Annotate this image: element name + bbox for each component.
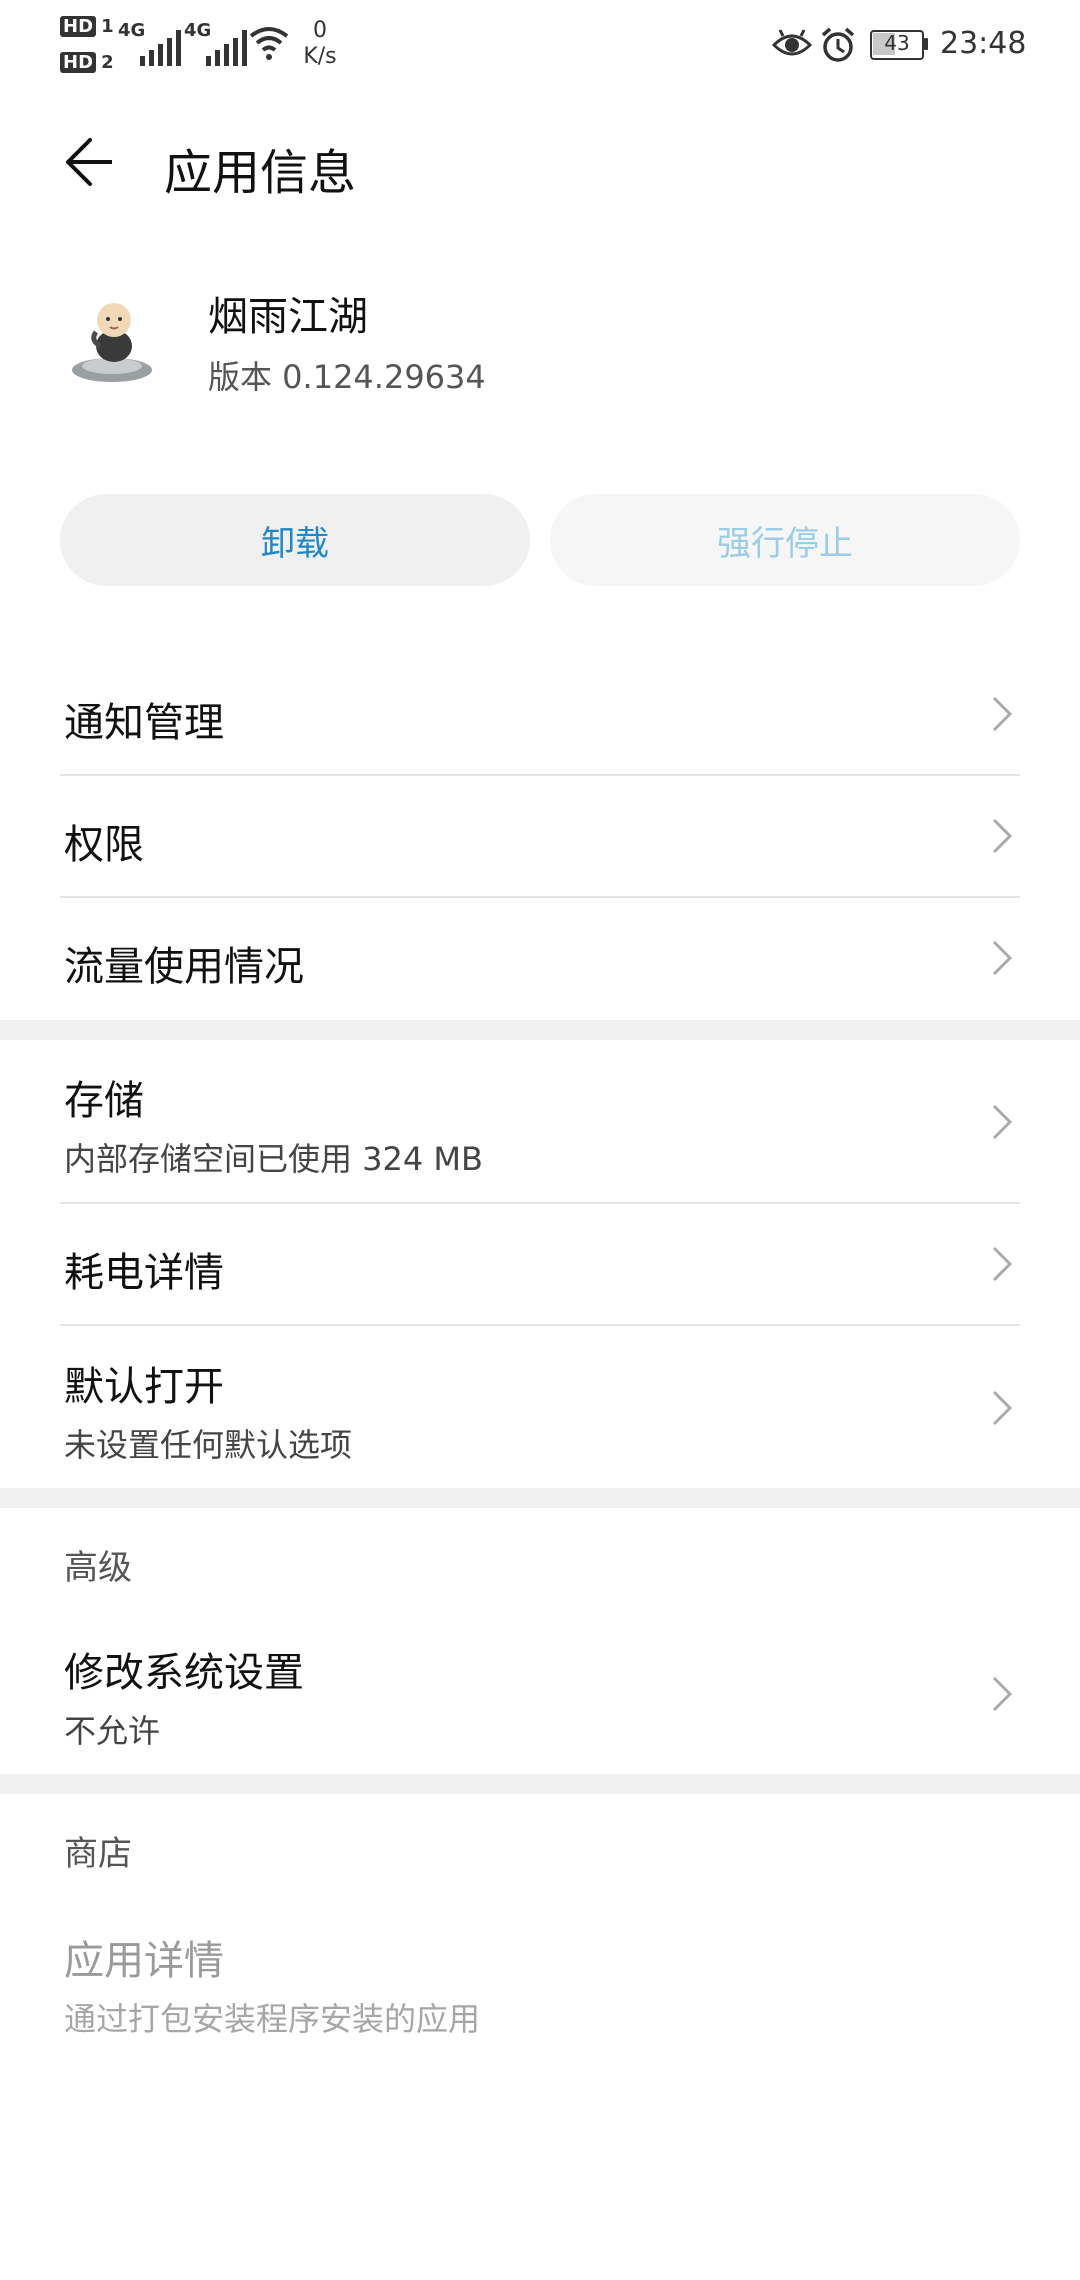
- page-title: 应用信息: [164, 145, 357, 201]
- section-gap: [0, 1488, 1080, 1508]
- list-item-subtitle: 内部存储空间已使用 324 MB: [64, 1140, 483, 1178]
- section-gap: [0, 1020, 1080, 1040]
- list-item-label: 通知管理: [64, 700, 224, 746]
- chevron-right-icon: [992, 1246, 1013, 1282]
- list-item-app-details[interactable]: 应用详情 通过打包安装程序安装的应用: [0, 1900, 1080, 2060]
- chevron-right-icon: [992, 1676, 1013, 1712]
- uninstall-button[interactable]: 卸载: [60, 494, 530, 586]
- list-item-label: 默认打开: [64, 1364, 224, 1410]
- sim1-label: HD: [60, 16, 97, 37]
- chevron-right-icon: [992, 696, 1013, 732]
- uninstall-label: 卸载: [261, 523, 329, 564]
- eye-icon: [772, 29, 812, 56]
- clock: 23:48: [940, 26, 1027, 61]
- sim2-label: HD: [60, 52, 97, 73]
- section-gap: [0, 1774, 1080, 1794]
- app-version: 版本 0.124.29634: [208, 358, 486, 396]
- battery-icon: 43: [870, 30, 928, 60]
- list-item-label: 耗电详情: [64, 1250, 224, 1296]
- list-item-subtitle: 通过打包安装程序安装的应用: [64, 2000, 481, 2038]
- app-icon: [66, 294, 158, 386]
- list-item-label: 权限: [64, 822, 144, 868]
- list-item-open-by-default[interactable]: 默认打开 未设置任何默认选项: [0, 1326, 1080, 1488]
- back-button[interactable]: [60, 132, 132, 192]
- list-item-subtitle: 未设置任何默认选项: [64, 1426, 353, 1464]
- list-item-data-usage[interactable]: 流量使用情况: [0, 898, 1080, 1018]
- list-item-storage[interactable]: 存储 内部存储空间已使用 324 MB: [0, 1040, 1080, 1202]
- alarm-icon: [821, 27, 855, 62]
- sim2-badge: HD 2: [60, 52, 114, 73]
- section-header-advanced: 高级: [64, 1548, 132, 1588]
- section-header-store: 商店: [64, 1834, 132, 1874]
- chevron-right-icon: [992, 1390, 1013, 1426]
- list-item-label: 流量使用情况: [64, 944, 304, 990]
- sim1-index: 1: [101, 16, 114, 37]
- sim2-index: 2: [101, 52, 114, 73]
- net-speed-unit: K/s: [303, 44, 337, 69]
- app-name: 烟雨江湖: [208, 294, 368, 340]
- back-arrow-icon: [66, 138, 112, 186]
- list-item-label: 应用详情: [64, 1938, 224, 1984]
- force-stop-label: 强行停止: [717, 523, 853, 564]
- net-speed-value: 0: [313, 18, 327, 43]
- status-bar: HD 1 HD 2 4G 4G 0 K/s 43 23:48: [0, 0, 1080, 100]
- chevron-right-icon: [992, 1104, 1013, 1140]
- list-item-label: 修改系统设置: [64, 1650, 304, 1696]
- list-item-modify-system-settings[interactable]: 修改系统设置 不允许: [0, 1612, 1080, 1772]
- list-item-notifications[interactable]: 通知管理: [0, 654, 1080, 774]
- net-speed: 0 K/s: [296, 18, 344, 70]
- chevron-right-icon: [992, 940, 1013, 976]
- sim1-badge: HD 1: [60, 16, 114, 37]
- wifi-icon: [249, 27, 289, 60]
- force-stop-button[interactable]: 强行停止: [550, 494, 1020, 586]
- battery-level: 43: [884, 31, 910, 55]
- list-item-battery-usage[interactable]: 耗电详情: [0, 1204, 1080, 1324]
- list-item-permissions[interactable]: 权限: [0, 776, 1080, 896]
- chevron-right-icon: [992, 818, 1013, 854]
- list-item-label: 存储: [64, 1078, 144, 1124]
- list-item-subtitle: 不允许: [64, 1712, 161, 1750]
